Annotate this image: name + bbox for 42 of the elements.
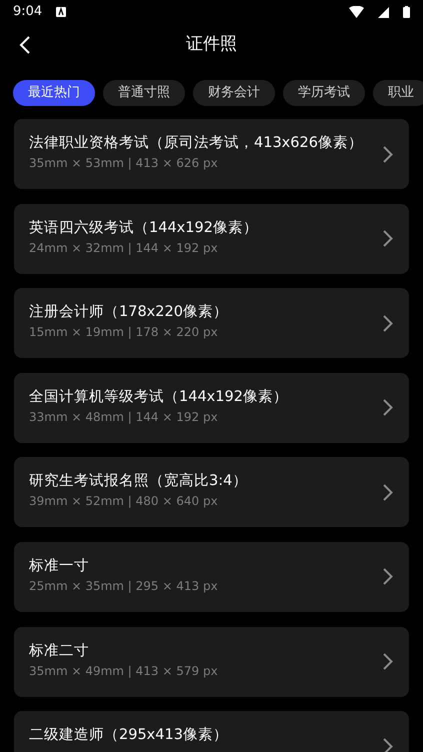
notification-icon: [56, 7, 66, 17]
chevron-right-icon: [383, 738, 393, 752]
size-title: 全国计算机等级考试（144x192像素）: [29, 388, 289, 407]
chevron-right-icon: [383, 314, 393, 332]
size-detail: 35mm × 49mm | 413 × 579 px: [29, 662, 219, 680]
photo-size-card[interactable]: 注册会计师（178x220像素） 15mm × 19mm | 178 × 220 px: [14, 288, 409, 358]
photo-size-card[interactable]: 标准二寸 35mm × 49mm | 413 × 579 px: [14, 626, 409, 697]
size-title: 标准一寸: [29, 556, 90, 576]
photo-size-card[interactable]: 法律职业资格考试（原司法考试，413x626像素） 35mm × 53mm | 413 × 626 px: [14, 119, 409, 189]
size-title: 标准二寸: [29, 642, 90, 661]
photo-size-card[interactable]: 全国计算机等级考试（144x192像素） 33mm × 48mm | 144 × 192 px: [14, 372, 409, 443]
photo-size-card[interactable]: 英语四六级考试（144x192像素） 24mm × 32mm | 144 × 192 px: [14, 204, 409, 274]
size-title: 英语四六级考试（144x192像素）: [29, 218, 259, 238]
size-detail: 33mm × 48mm | 144 × 192 px: [29, 408, 219, 426]
size-title: 法律职业资格考试（原司法考试，413x626像素）: [29, 134, 364, 153]
photo-size-card[interactable]: 研究生考试报名照（宽高比3:4） 39mm × 52mm | 480 × 640 px: [14, 457, 409, 528]
chevron-right-icon: [383, 484, 393, 501]
size-detail: 24mm × 32mm | 144 × 192 px: [29, 240, 219, 257]
photo-size-card[interactable]: 二级建造师（295x413像素）: [14, 711, 409, 752]
chevron-right-icon: [383, 230, 393, 248]
wifi-icon: [349, 6, 364, 18]
signal-icon: [378, 6, 389, 18]
category-tab[interactable]: 财务会计: [193, 80, 275, 106]
size-title: 注册会计师（178x220像素）: [29, 303, 229, 322]
size-detail: 15mm × 19mm | 178 × 220 px: [29, 324, 219, 342]
category-tab[interactable]: 职业: [373, 80, 423, 106]
category-tab[interactable]: 普通寸照: [103, 80, 185, 106]
size-detail: 25mm × 35mm | 295 × 413 px: [29, 578, 219, 595]
status-time: 9:04: [13, 3, 42, 22]
size-title: 二级建造师（295x413像素）: [29, 726, 229, 746]
page-title: 证件照: [186, 33, 237, 56]
chevron-right-icon: [383, 568, 393, 586]
battery-icon: [403, 6, 410, 18]
size-title: 研究生考试报名照（宽高比3:4）: [29, 472, 248, 492]
size-detail: 35mm × 53mm | 413 × 626 px: [29, 155, 219, 172]
category-tab[interactable]: 最近热门: [13, 80, 95, 106]
chevron-right-icon: [383, 653, 393, 670]
category-tab[interactable]: 学历考试: [283, 80, 365, 106]
size-detail: 39mm × 52mm | 480 × 640 px: [29, 493, 219, 510]
chevron-right-icon: [383, 399, 393, 416]
photo-size-card[interactable]: 标准一寸 25mm × 35mm | 295 × 413 px: [14, 542, 409, 612]
chevron-right-icon: [383, 146, 393, 162]
